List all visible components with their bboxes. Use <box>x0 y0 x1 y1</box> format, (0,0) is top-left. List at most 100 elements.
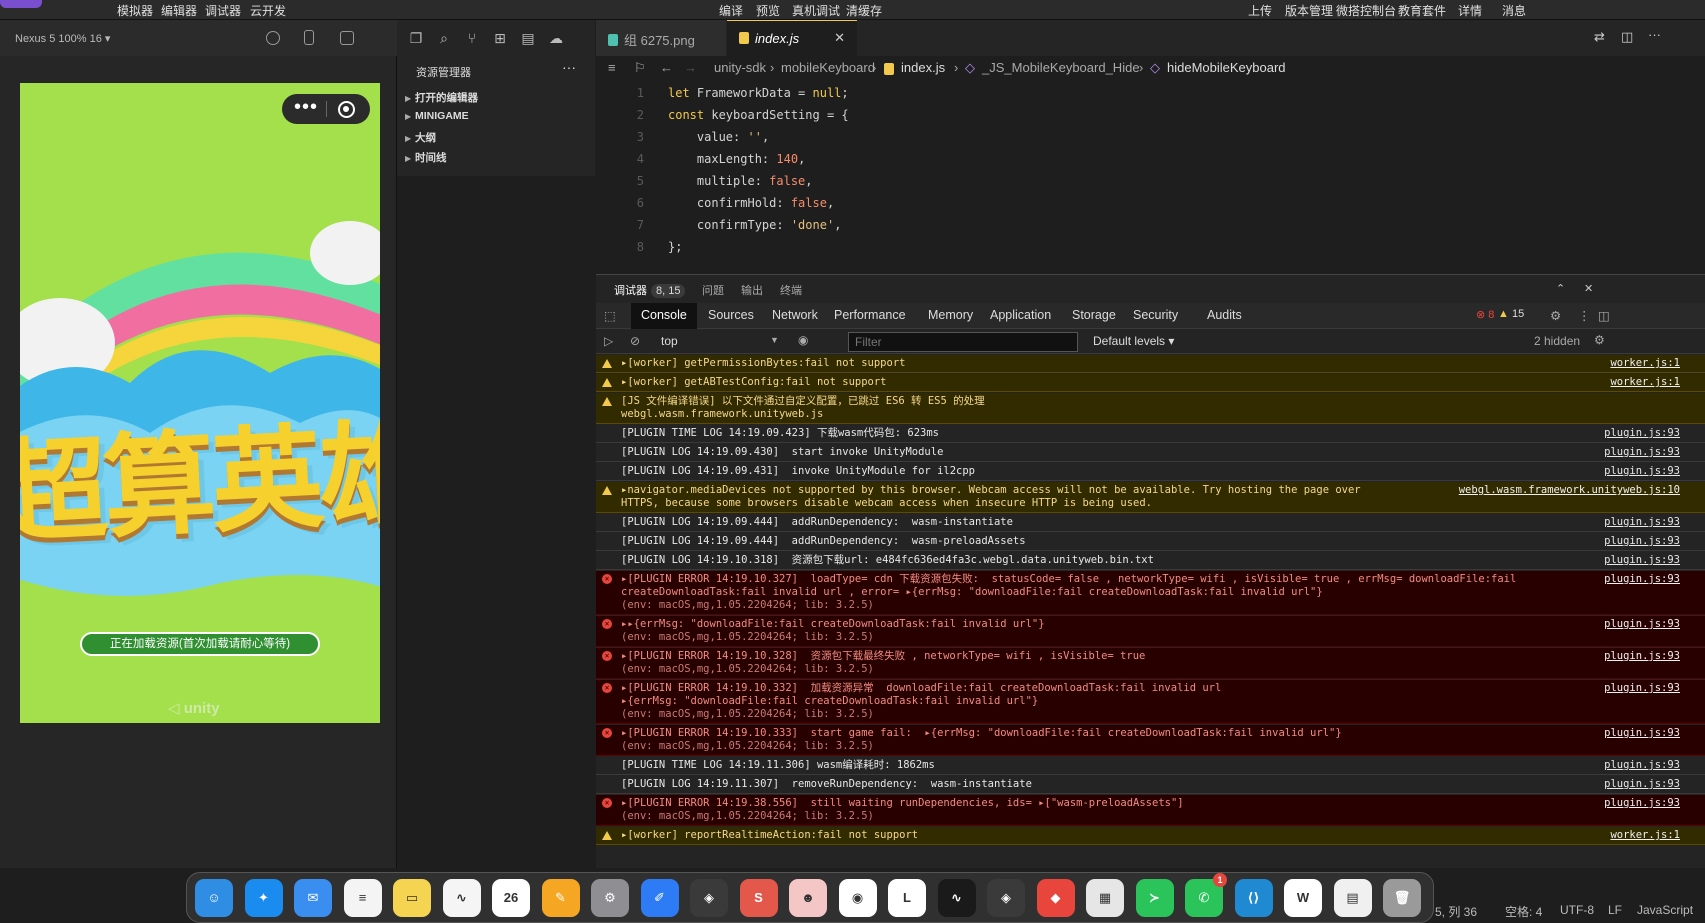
section-outline[interactable]: ▶ 大纲 <box>405 130 593 148</box>
extensions-icon[interactable]: ⊞ <box>492 30 508 46</box>
window-icon[interactable] <box>340 31 354 45</box>
tab-performance[interactable]: Performance <box>834 308 906 322</box>
console-warning-row[interactable]: ▸[worker] getPermissionBytes:fail not su… <box>596 355 1705 373</box>
dock-app-preview[interactable]: ▦ <box>1086 879 1124 917</box>
console-error-row[interactable]: ✕ ▸[PLUGIN ERROR 14:19.10.327] loadType= … <box>596 571 1705 615</box>
line-ending[interactable]: LF <box>1608 903 1622 917</box>
dock-app-pages[interactable]: ✎ <box>541 879 580 917</box>
upload-button[interactable]: 上传 <box>1248 2 1272 19</box>
breadcrumb-item[interactable]: _JS_MobileKeyboard_Hide <box>982 60 1140 75</box>
dock-app-calendar[interactable]: 26 <box>492 879 530 917</box>
error-count[interactable]: ⊗ 8 <box>1476 308 1494 321</box>
tab-sources[interactable]: Sources <box>708 308 754 322</box>
dock-app-reminders[interactable]: ≡ <box>343 879 382 917</box>
dock-side-icon[interactable]: ◫ <box>1598 308 1610 323</box>
language-mode[interactable]: JavaScript <box>1637 903 1693 917</box>
tab-problems[interactable]: 问题 <box>702 282 724 298</box>
eye-icon[interactable]: ◉ <box>798 333 808 347</box>
menu-debugger[interactable]: 调试器 <box>205 2 241 19</box>
source-control-icon[interactable]: ⑂ <box>464 30 480 46</box>
details-button[interactable]: 详情 <box>1458 2 1482 19</box>
source-link[interactable]: webgl.wasm.framework.unityweb.js:10 <box>1459 484 1680 496</box>
gear-icon[interactable]: ⚙ <box>1550 308 1561 323</box>
tab-network[interactable]: Network <box>772 308 818 322</box>
dock-app-mail[interactable]: ✉ <box>294 879 332 917</box>
source-link[interactable]: plugin.js:93 <box>1604 759 1680 771</box>
section-minigame[interactable]: ▶ MINIGAME <box>405 110 593 128</box>
section-open-editors[interactable]: ▶ 打开的编辑器 <box>405 90 593 108</box>
source-link[interactable]: worker.js:1 <box>1610 357 1680 369</box>
breadcrumb-item[interactable]: unity-sdk <box>714 60 766 75</box>
cursor-position[interactable]: 5, 列 36 <box>1435 903 1477 920</box>
console-button[interactable]: 微搭控制台 <box>1336 2 1396 19</box>
dock-app-pencil[interactable]: ✐ <box>640 879 679 917</box>
tab-terminal[interactable]: 终端 <box>780 282 802 298</box>
tab-security[interactable]: Security <box>1133 308 1178 322</box>
dock-app-trash[interactable]: 🗑 <box>1383 879 1421 917</box>
filter-input[interactable] <box>848 332 1078 352</box>
sidebar-toggle-icon[interactable]: ▷ <box>604 334 613 348</box>
record-icon[interactable] <box>266 31 280 45</box>
console-warning-row[interactable]: ▸[worker] reportRealtimeAction:fail not … <box>596 827 1705 845</box>
cloud-icon[interactable]: ☁ <box>548 30 564 46</box>
console-warning-row[interactable]: ▸[worker] getABTestConfig:fail not suppo… <box>596 374 1705 392</box>
split-editor-icon[interactable]: ◫ <box>1621 29 1633 45</box>
chevron-up-icon[interactable]: ⌃ <box>1556 282 1565 295</box>
indentation[interactable]: 空格: 4 <box>1505 903 1542 920</box>
source-link[interactable]: plugin.js:93 <box>1604 650 1680 662</box>
dock-app-lark[interactable]: L <box>888 879 926 917</box>
source-link[interactable]: plugin.js:93 <box>1604 516 1680 528</box>
console-log-row[interactable]: [PLUGIN LOG 14:19.09.444] addRunDependen… <box>596 533 1705 551</box>
code-area[interactable]: 1 let FrameworkData = null; 2 const keyboar… <box>596 80 1705 272</box>
back-icon[interactable]: ← <box>660 60 673 75</box>
console-error-row[interactable]: ✕ ▸[PLUGIN ERROR 14:19.10.332] 加载资源异常 dow… <box>596 680 1705 724</box>
close-icon[interactable]: ✕ <box>834 30 845 46</box>
source-link[interactable]: plugin.js:93 <box>1604 465 1680 477</box>
kebab-icon[interactable]: ⋮ <box>1578 308 1591 323</box>
source-link[interactable]: plugin.js:93 <box>1604 427 1680 439</box>
dock-app-freeform[interactable]: ∿ <box>442 879 481 917</box>
list-icon[interactable]: ≡ <box>608 60 616 75</box>
gear-icon[interactable]: ⚙ <box>1594 333 1605 347</box>
console-log-row[interactable]: [PLUGIN LOG 14:19.09.444] addRunDependen… <box>596 514 1705 532</box>
edu-button[interactable]: 教育套件 <box>1398 2 1446 19</box>
tab-debugger[interactable]: 调试器 8, 15 <box>614 282 686 298</box>
inspect-icon[interactable]: ⬚ <box>604 308 616 323</box>
messages-button[interactable]: 消息 <box>1502 2 1526 19</box>
console-error-row[interactable]: ✕ ▸▸{errMsg: "downloadFile:fail createDow… <box>596 616 1705 647</box>
dock-app-sublime[interactable]: S <box>739 879 778 917</box>
dock-app-notes[interactable]: ▭ <box>393 879 431 917</box>
mini-program-capsule[interactable]: ••• <box>282 94 370 124</box>
source-link[interactable]: plugin.js:93 <box>1604 573 1680 585</box>
menu-cloud[interactable]: 云开发 <box>250 2 286 19</box>
more-icon[interactable]: ••• <box>294 96 318 119</box>
dock-app-kite[interactable]: ◆ <box>1036 879 1075 917</box>
dock-app-vs-code[interactable]: ⟨⟩ <box>1234 879 1273 917</box>
log-levels-select[interactable]: Default levels ▾ <box>1093 334 1174 348</box>
tab-storage[interactable]: Storage <box>1072 308 1116 322</box>
source-link[interactable]: worker.js:1 <box>1610 376 1680 388</box>
more-icon[interactable]: ··· <box>1648 27 1661 42</box>
search-icon[interactable]: ⌕ <box>436 30 452 46</box>
source-link[interactable]: plugin.js:93 <box>1604 682 1680 694</box>
tab-audits[interactable]: Audits <box>1207 308 1242 322</box>
warning-count[interactable]: ▲ 15 <box>1498 308 1524 320</box>
tab-memory[interactable]: Memory <box>928 308 973 322</box>
source-link[interactable]: plugin.js:93 <box>1604 797 1680 809</box>
section-timeline[interactable]: ▶ 时间线 <box>405 150 593 168</box>
console-log-row[interactable]: [PLUGIN LOG 14:19.09.430] start invoke U… <box>596 444 1705 462</box>
dock-app-safari[interactable]: ✦ <box>244 879 283 917</box>
source-link[interactable]: plugin.js:93 <box>1604 446 1680 458</box>
more-icon[interactable]: ··· <box>562 59 576 75</box>
dock-app-unity[interactable]: ◈ <box>987 879 1025 917</box>
breadcrumb-item[interactable]: hideMobileKeyboard <box>1167 60 1286 75</box>
version-button[interactable]: 版本管理 <box>1285 2 1333 19</box>
dock-app-activity-monitor[interactable]: ∿ <box>937 879 976 917</box>
clear-console-icon[interactable]: ⊘ <box>630 334 640 348</box>
source-link[interactable]: plugin.js:93 <box>1604 618 1680 630</box>
close-circle-icon[interactable] <box>338 101 355 118</box>
dock-app-system-settings[interactable]: ⚙ <box>591 879 629 917</box>
console-error-row[interactable]: ✕ ▸[PLUGIN ERROR 14:19.10.328] 资源包下载最终失败 … <box>596 648 1705 679</box>
encoding[interactable]: UTF-8 <box>1560 903 1594 917</box>
source-link[interactable]: plugin.js:93 <box>1604 554 1680 566</box>
